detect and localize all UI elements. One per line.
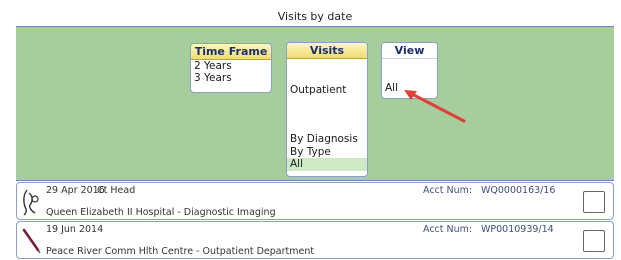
visit-row[interactable]: 29 Apr 2016 Ct Head Queen Elizabeth II H… xyxy=(16,182,614,220)
visit-location: Peace River Comm Hlth Centre - Outpatien… xyxy=(46,246,315,257)
visits-option-by-type[interactable]: By Type xyxy=(287,146,367,158)
visit-description: Ct Head xyxy=(97,185,136,196)
visit-checkbox[interactable] xyxy=(583,230,605,252)
visits-option-by-diagnosis[interactable]: By Diagnosis xyxy=(287,133,367,145)
visit-row[interactable]: 19 Jun 2014 Peace River Comm Hlth Centre… xyxy=(16,221,614,259)
visits-option-hidden-1[interactable] xyxy=(287,59,367,71)
time-frame-option-2-years[interactable]: 2 Years xyxy=(191,60,271,71)
needle-icon xyxy=(22,228,41,254)
visit-date: 29 Apr 2016 xyxy=(46,185,105,196)
time-frame-panel: Time Frame 2 Years 3 Years xyxy=(190,43,272,93)
acct-num-value: WQ0000163/16 xyxy=(481,185,556,196)
view-option-hidden-2[interactable] xyxy=(382,71,437,83)
visits-option-hidden-4[interactable] xyxy=(287,109,367,121)
acct-num-label: Acct Num: xyxy=(423,185,473,196)
visits-option-outpatient[interactable]: Outpatient xyxy=(287,84,367,96)
visits-option-hidden-5[interactable] xyxy=(287,121,367,133)
acct-num-value: WP0010939/14 xyxy=(481,224,554,235)
filter-area: Time Frame 2 Years 3 Years Visits Outpat… xyxy=(16,27,614,181)
red-arrow-annotation xyxy=(404,90,466,123)
visits-option-all[interactable]: All xyxy=(287,158,367,171)
time-frame-option-3-years[interactable]: 3 Years xyxy=(191,72,271,83)
scan-icon xyxy=(23,189,39,216)
visit-location: Queen Elizabeth II Hospital - Diagnostic… xyxy=(46,207,276,218)
visits-panel: Visits Outpatient By Diagnosis By Type A… xyxy=(286,42,368,177)
time-frame-header: Time Frame xyxy=(191,44,271,60)
visit-date: 19 Jun 2014 xyxy=(46,224,104,235)
visits-option-hidden-2[interactable] xyxy=(287,71,367,83)
view-option-hidden-1[interactable] xyxy=(382,59,437,71)
view-header: View xyxy=(382,43,437,59)
visits-option-hidden-3[interactable] xyxy=(287,96,367,108)
visit-checkbox[interactable] xyxy=(583,191,605,213)
visits-by-date-window: Visits by date Time Frame 2 Years 3 Year… xyxy=(16,6,614,259)
acct-num-label: Acct Num: xyxy=(423,224,473,235)
window-title: Visits by date xyxy=(16,6,614,27)
visits-header: Visits xyxy=(287,43,367,59)
